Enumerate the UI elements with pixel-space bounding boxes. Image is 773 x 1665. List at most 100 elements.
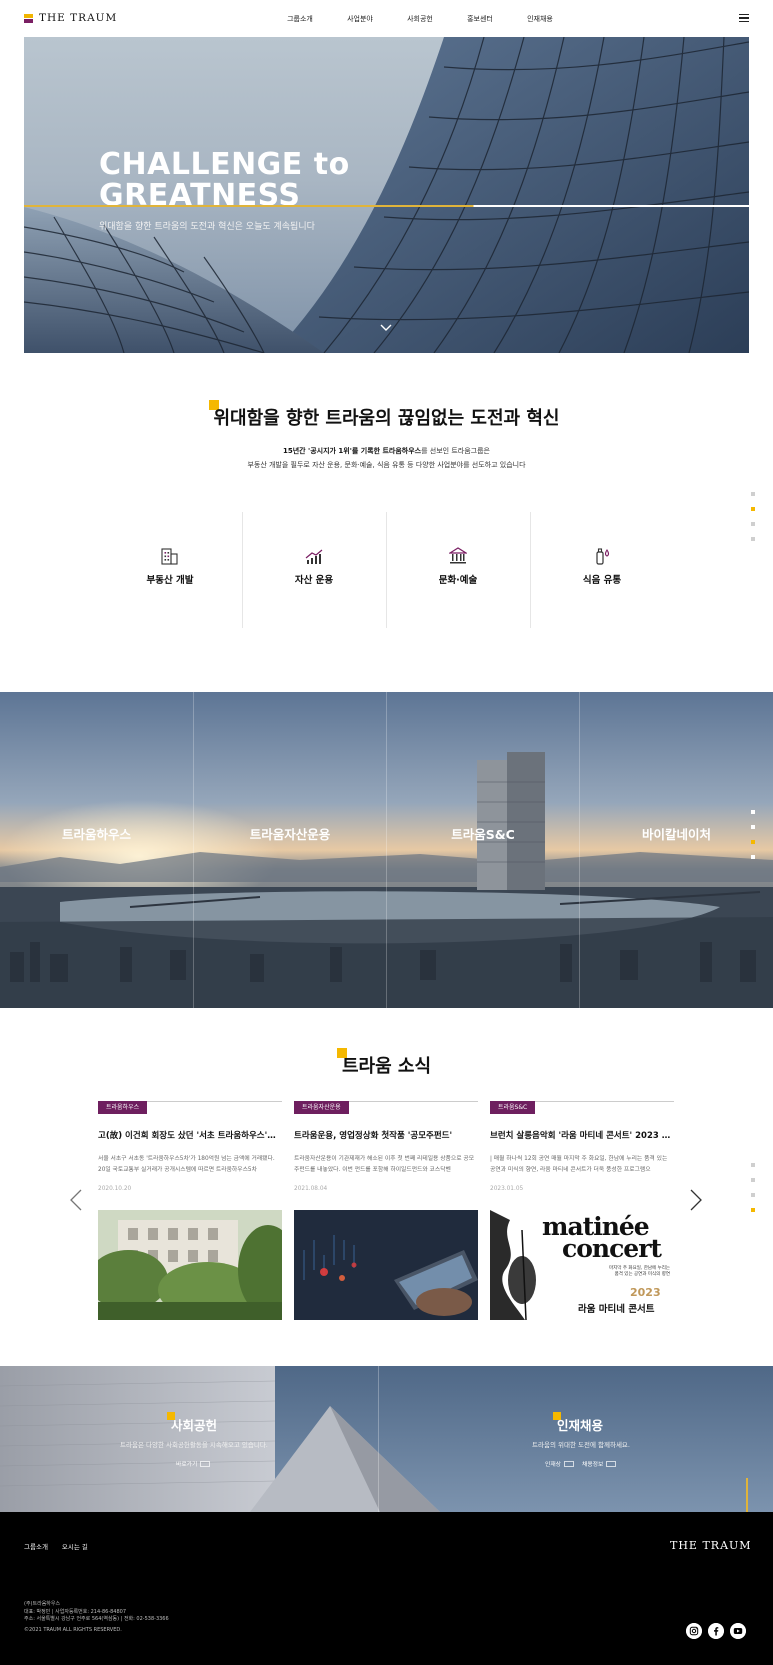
section-dot[interactable] — [751, 825, 755, 829]
intro-description: 15년간 '공시지가 1위'를 기록한 트라움하우스를 선보인 트라움그룹은 부… — [0, 444, 773, 472]
arrow-right-icon — [200, 1460, 211, 1467]
nav-item-social[interactable]: 사회공헌 — [390, 14, 450, 24]
poster-year: 2023 — [630, 1286, 661, 1299]
section-dot[interactable] — [751, 522, 755, 526]
nav-item-recruit[interactable]: 인재채용 — [510, 14, 570, 24]
news-carousel: 트라움하우스 고(故) 이건희 회장도 샀던 '서초 트라움하우스'… 서울 서… — [98, 1101, 675, 1321]
section-dot[interactable] — [751, 537, 755, 541]
footer-company-info: (주)트라움하우스 대표: 박정민 | 사업자등록번호: 214-86-8480… — [24, 1601, 169, 1634]
card-excerpt: 트라움자산운용이 기관제재가 해소된 이후 첫 번째 리테일용 상품으로 공모주… — [294, 1156, 475, 1173]
footer-info1: 대표: 박정민 | 사업자등록번호: 214-86-84807 — [24, 1608, 127, 1615]
biz-label-food: 식음 유통 — [582, 575, 622, 586]
hero-divider-line — [24, 205, 749, 207]
news-card[interactable]: 트라움자산운용 트라움운용, 영업정상화 첫작품 '공모주펀드' 트라움자산운용… — [294, 1101, 478, 1321]
section-dot[interactable] — [751, 1193, 755, 1197]
section-dot-active[interactable] — [751, 840, 755, 844]
affiliate-label: 트라움S&C — [451, 827, 515, 842]
affiliates-section: 트라움하우스 트라움자산운용 트라움S&C 바이칼네이처 — [0, 692, 773, 1008]
biz-item-culture[interactable]: 문화·예술 — [386, 512, 530, 628]
news-title: 트라움 소식 — [336, 1048, 432, 1078]
section-dot[interactable] — [751, 810, 755, 814]
section-dot[interactable] — [751, 855, 755, 859]
card-date: 2020.10.20 — [98, 1186, 132, 1192]
page-section-nav — [751, 492, 755, 552]
affiliate-label: 바이칼네이처 — [641, 827, 711, 842]
affiliate-traum-asset[interactable]: 트라움자산운용 — [193, 692, 386, 1008]
logo-mark-icon — [24, 13, 33, 23]
biz-item-real-estate[interactable]: 부동산 개발 — [98, 512, 242, 628]
card-thumbnail-house — [98, 1210, 282, 1320]
site-header: THE TRAUM 그룹소개 사업분야 사회공헌 홍보센터 인재채용 — [0, 0, 773, 37]
news-title-text: 트라움 소식 — [341, 1056, 432, 1077]
hero-title: CHALLENGE to GREATNESS — [99, 149, 350, 211]
card-excerpt: 서울 서초구 서초동 '트라움하우스5차'가 180억원 넘는 금액에 거래됐다… — [98, 1156, 275, 1173]
section-dot[interactable] — [751, 1178, 755, 1182]
section-dot[interactable] — [751, 1163, 755, 1167]
card-excerpt: | 매월 하나씩 12회 공연 매월 마지막 주 화요일, 한남에 누리는 품격… — [490, 1156, 668, 1173]
news-title-wrap: 트라움 소식 — [0, 1048, 773, 1078]
biz-item-asset[interactable]: 자산 운용 — [242, 512, 386, 628]
recruit-link2-label: 채용정보 — [582, 1462, 604, 1468]
social-title: 사회공헌 — [167, 1412, 217, 1434]
social-desc: 트라움은 다양한 사회공헌활동을 지속해오고 있습니다. — [120, 1441, 268, 1449]
recruit-desc: 트라움의 위대한 도전에 함께하세요. — [532, 1441, 630, 1449]
footer-link-group[interactable]: 그룹소개 — [24, 1541, 48, 1551]
section-dot[interactable] — [751, 492, 755, 496]
card-thumbnail-finance — [294, 1210, 478, 1320]
affiliate-label: 트라움자산운용 — [249, 827, 331, 842]
nav-item-business[interactable]: 사업분야 — [330, 14, 390, 24]
poster-name: 라움 마티네 콘서트 — [578, 1304, 655, 1315]
intro-title: 위대함을 향한 트라움의 끊임없는 도전과 혁신 — [208, 400, 560, 430]
recruit-title-text: 인재채용 — [557, 1418, 604, 1433]
footer-link-location[interactable]: 오시는 길 — [62, 1541, 88, 1551]
site-logo[interactable]: THE TRAUM — [24, 12, 117, 24]
affiliate-label: 트라움하우스 — [61, 827, 131, 842]
promo-section: 사회공헌 트라움은 다양한 사회공헌활동을 지속해오고 있습니다. 바로가기 인… — [0, 1366, 773, 1512]
menu-icon[interactable] — [739, 14, 749, 22]
affiliate-traum-house[interactable]: 트라움하우스 — [0, 692, 193, 1008]
card-date: 2023.01.05 — [490, 1186, 524, 1192]
footer-info2: 주소: 서울특별시 강남구 언주로 564(역삼동) | 전화: 02-538-… — [24, 1616, 169, 1622]
hero-banner: CHALLENGE to GREATNESS 위대함을 향한 트라움의 도전과 … — [24, 37, 749, 353]
affiliate-baikal-nature[interactable]: 바이칼네이처 — [579, 692, 773, 1008]
footer-logo[interactable]: THE TRAUM — [670, 1539, 752, 1552]
section-dot-active[interactable] — [751, 1208, 755, 1212]
poster-text: 마지막 주 화요일, 한남에 누리는 품격 있는 공연과 미식의 향연 — [550, 1266, 670, 1278]
violin-illustration — [490, 1210, 536, 1320]
card-thumbnail-concert: matinée concert 마지막 주 화요일, 한남에 누리는 품격 있는… — [490, 1210, 674, 1320]
recruit-jobs-link[interactable]: 채용정보 — [582, 1459, 617, 1468]
arrow-right-icon — [606, 1460, 617, 1467]
youtube-icon[interactable] — [730, 1623, 746, 1639]
carousel-prev-icon[interactable] — [69, 1188, 83, 1212]
hero-subtitle: 위대함을 향한 트라움의 도전과 혁신은 오늘도 계속됩니다 — [99, 222, 315, 232]
card-title: 트라움운용, 영업정상화 첫작품 '공모주펀드' — [294, 1131, 453, 1141]
social-more-link[interactable]: 바로가기 — [176, 1459, 211, 1468]
nav-item-group[interactable]: 그룹소개 — [270, 14, 330, 24]
footer-company: (주)트라움하우스 — [24, 1601, 61, 1607]
scroll-down-icon[interactable] — [380, 322, 392, 334]
intro-title-text: 위대함을 향한 트라움의 끊임없는 도전과 혁신 — [213, 408, 560, 429]
card-title: 브런치 살롱음악회 '라움 마티네 콘서트' 2023 … — [490, 1131, 671, 1141]
biz-label-culture: 문화·예술 — [438, 575, 478, 586]
section-dot-active[interactable] — [751, 507, 755, 511]
instagram-icon[interactable] — [686, 1623, 702, 1639]
affiliate-traum-snc[interactable]: 트라움S&C — [386, 692, 579, 1008]
nav-item-pr[interactable]: 홍보센터 — [450, 14, 510, 24]
carousel-next-icon[interactable] — [689, 1188, 703, 1212]
footer-links: 그룹소개 오시는 길 — [24, 1541, 102, 1551]
intro-title-wrap: 위대함을 향한 트라움의 끊임없는 도전과 혁신 — [0, 400, 773, 430]
biz-label-asset: 자산 운용 — [294, 575, 334, 586]
site-footer: 그룹소개 오시는 길 THE TRAUM (주)트라움하우스 대표: 박정민 |… — [0, 1512, 773, 1665]
card-category-tag: 트라움하우스 — [98, 1101, 148, 1114]
facebook-icon[interactable] — [708, 1623, 724, 1639]
chart-icon — [305, 549, 323, 564]
news-card[interactable]: 트라움하우스 고(故) 이건희 회장도 샀던 '서초 트라움하우스'… 서울 서… — [98, 1101, 282, 1321]
intro-desc-rest: 를 선보인 트라움그룹은 — [421, 447, 490, 455]
recruit-title: 인재채용 — [553, 1412, 604, 1434]
news-card[interactable]: 트라움S&C 브런치 살롱음악회 '라움 마티네 콘서트' 2023 … | 매… — [490, 1101, 674, 1321]
museum-icon — [449, 547, 467, 564]
biz-item-food[interactable]: 식음 유통 — [530, 512, 674, 628]
building-icon — [161, 548, 178, 565]
intro-desc-line2: 부동산 개발을 필두로 자산 운용, 문화·예술, 식음 유통 등 다양한 사업… — [247, 461, 526, 469]
recruit-talent-link[interactable]: 인재상 — [545, 1459, 574, 1468]
